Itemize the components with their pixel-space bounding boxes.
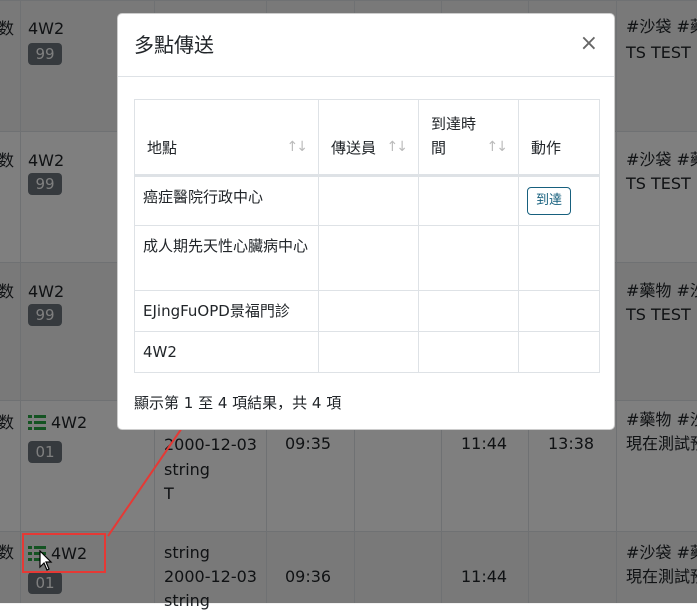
column-header-action: 動作 — [518, 100, 600, 174]
close-icon[interactable]: × — [580, 31, 598, 57]
modal-title: 多點傳送 — [134, 33, 214, 57]
location-cell: EJingFuOPD景福門診 — [143, 302, 290, 320]
location-cell: 4W2 — [143, 343, 177, 361]
mouse-cursor-icon — [39, 550, 53, 571]
column-header-location[interactable]: 地點 ↑↓ — [135, 100, 318, 174]
column-header-courier[interactable]: 傳送員 ↑↓ — [318, 100, 418, 174]
table-row: 4W2 — [135, 331, 599, 372]
table-header-row: 地點 ↑↓ 傳送員 ↑↓ 到達時間 ↑↓ 動作 — [135, 100, 599, 176]
courier-cell — [318, 226, 418, 290]
courier-cell — [318, 332, 418, 372]
table-info: 顯示第 1 至 4 項結果，共 4 項 — [134, 394, 342, 412]
action-cell — [518, 332, 600, 372]
sort-icon: ↑↓ — [386, 139, 409, 155]
sort-icon: ↑↓ — [286, 139, 309, 155]
multi-point-dialog: 多點傳送 × 地點 ↑↓ 傳送員 ↑↓ 到達時間 ↑↓ 動作 癌症醫院行政中心 — [117, 13, 615, 430]
arrival-cell — [418, 291, 518, 331]
table-row: EJingFuOPD景福門診 — [135, 290, 599, 331]
table-row: 癌症醫院行政中心 到達 — [135, 176, 599, 225]
sort-icon: ↑↓ — [486, 139, 509, 155]
column-header-arrival-time[interactable]: 到達時間 ↑↓ — [418, 100, 518, 174]
table-row: 成人期先天性心臟病中心 — [135, 225, 599, 290]
action-cell — [518, 226, 600, 290]
arrival-cell — [418, 226, 518, 290]
arrive-button[interactable]: 到達 — [527, 187, 571, 215]
action-cell: 到達 — [518, 177, 600, 225]
stops-table: 地點 ↑↓ 傳送員 ↑↓ 到達時間 ↑↓ 動作 癌症醫院行政中心 到達 成人期先… — [134, 99, 600, 373]
location-cell: 癌症醫院行政中心 — [143, 188, 264, 206]
courier-cell — [318, 177, 418, 225]
arrival-cell — [418, 177, 518, 225]
action-cell — [518, 291, 600, 331]
location-cell: 成人期先天性心臟病中心 — [143, 237, 309, 255]
arrival-cell — [418, 332, 518, 372]
courier-cell — [318, 291, 418, 331]
modal-header: 多點傳送 × — [118, 14, 614, 77]
